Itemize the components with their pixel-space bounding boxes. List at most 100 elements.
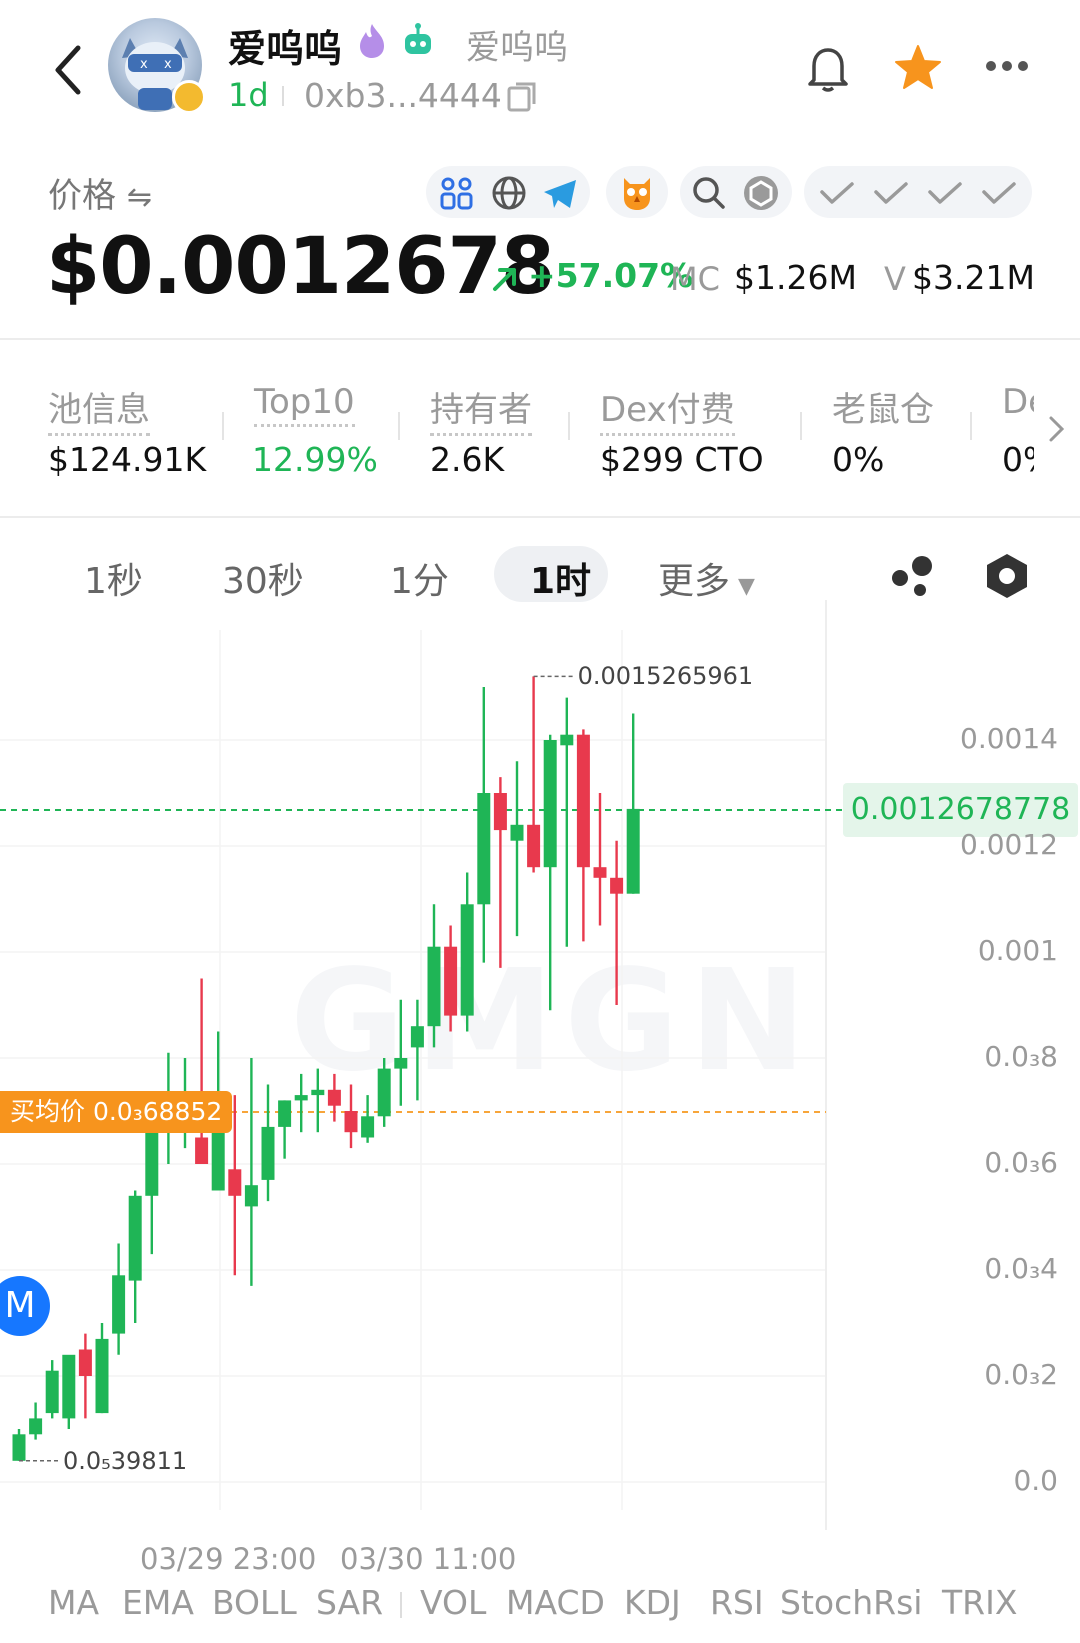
timeframe-1m[interactable]: 1分 xyxy=(390,552,449,604)
y-axis-label: 0.0₃6 xyxy=(984,1146,1058,1179)
candle-body xyxy=(261,1126,275,1180)
candle-body xyxy=(394,1058,408,1069)
candle-body xyxy=(427,946,441,1027)
divider xyxy=(568,412,570,440)
divider xyxy=(970,412,972,440)
telegram-icon[interactable] xyxy=(540,174,580,212)
chevron-right-icon[interactable] xyxy=(1044,414,1068,444)
candle-body xyxy=(493,793,507,831)
token-alias: 爱呜呜 xyxy=(466,28,568,68)
divider xyxy=(282,86,284,106)
settings-hexagon-icon[interactable] xyxy=(984,552,1030,600)
token-name: 爱呜呜 xyxy=(228,27,343,71)
stat-insiders-label[interactable]: 老鼠仓 xyxy=(832,382,934,433)
stat-pool-info-label[interactable]: 池信息 xyxy=(48,382,150,436)
drawing-tools-icon[interactable] xyxy=(888,552,936,598)
y-axis-label: 0.0014 xyxy=(960,722,1058,755)
stat-dev-label[interactable]: De xyxy=(1002,382,1034,424)
candle-body xyxy=(78,1349,92,1376)
candle-body xyxy=(45,1370,59,1414)
candle-body xyxy=(112,1275,126,1334)
candle-body xyxy=(361,1116,375,1138)
stat-dev-value: 0% xyxy=(1002,440,1034,479)
indicator-kdj[interactable]: KDJ xyxy=(624,1583,681,1622)
avg-buy-price-tag: 买均价 0.0₃68852 xyxy=(0,1091,233,1133)
market-cap-label: MC xyxy=(670,260,720,298)
stat-dev-clip: De 0% xyxy=(1000,374,1034,494)
back-button[interactable] xyxy=(44,40,94,100)
stat-dex-paid-label[interactable]: Dex付费 xyxy=(600,382,735,436)
token-avatar[interactable]: xx xyxy=(108,18,206,114)
y-axis-label: 0.0 xyxy=(1013,1464,1058,1497)
indicator-rsi[interactable]: RSI xyxy=(710,1583,764,1622)
candle-body xyxy=(593,867,607,878)
price-change: +57.07% xyxy=(528,256,694,295)
stat-pool-info-value: $124.91K xyxy=(48,440,207,479)
indicator-ema[interactable]: EMA xyxy=(122,1583,194,1622)
stat-top10-label[interactable]: Top10 xyxy=(254,382,355,427)
candle-body xyxy=(460,904,474,1016)
candle-body xyxy=(576,734,590,868)
candle-body xyxy=(327,1089,341,1106)
divider xyxy=(398,412,400,440)
volume-label: V xyxy=(884,260,906,298)
indicator-sar[interactable]: SAR xyxy=(316,1583,383,1622)
candle-body xyxy=(12,1434,26,1461)
x-axis-label: 03/29 23:00 xyxy=(140,1542,317,1576)
apps-icon[interactable] xyxy=(438,174,476,212)
candle-body xyxy=(444,946,458,1016)
candlestick-chart[interactable] xyxy=(0,600,1080,1530)
candle-body xyxy=(410,1026,424,1048)
bell-icon[interactable] xyxy=(804,42,852,94)
volume-value: $3.21M xyxy=(912,258,1035,297)
indicator-boll[interactable]: BOLL xyxy=(212,1583,297,1622)
timeframe-30s[interactable]: 30秒 xyxy=(222,552,304,604)
low-price-label: 0.0₅39811 xyxy=(63,1446,188,1475)
stat-dex-paid-value: $299 CTO xyxy=(600,440,764,479)
svg-text:x: x xyxy=(140,57,148,72)
candle-body xyxy=(228,1169,242,1196)
candle-body xyxy=(377,1068,391,1117)
check-icons xyxy=(820,182,1016,204)
copy-icon[interactable] xyxy=(506,80,538,114)
owl-icon[interactable] xyxy=(616,172,658,214)
candle-body xyxy=(29,1418,43,1435)
candle-body xyxy=(510,824,524,841)
stat-holders-label[interactable]: 持有者 xyxy=(430,382,532,436)
candle-body xyxy=(543,740,557,868)
price-label: 价格 ⇋ xyxy=(48,176,152,216)
divider xyxy=(0,516,1080,518)
indicator-vol[interactable]: VOL xyxy=(420,1583,486,1622)
more-icon[interactable] xyxy=(984,56,1030,76)
candle-body xyxy=(626,808,640,894)
divider xyxy=(222,412,224,440)
y-axis-label: 0.0₃4 xyxy=(984,1252,1058,1285)
candle-body xyxy=(560,734,574,746)
globe-icon[interactable] xyxy=(490,174,528,212)
indicator-ma[interactable]: MA xyxy=(48,1583,99,1622)
contract-address[interactable]: 0xb3...4444 xyxy=(304,76,502,115)
candle-body xyxy=(294,1095,308,1101)
search-icon[interactable] xyxy=(690,174,728,212)
x-axis-label: 03/30 11:00 xyxy=(340,1542,517,1576)
indicator-trix[interactable]: TRIX xyxy=(942,1583,1017,1622)
high-price-label: 0.0015265961 xyxy=(577,662,754,691)
indicator-macd[interactable]: MACD xyxy=(506,1583,605,1622)
candle-body xyxy=(195,1137,209,1164)
y-axis-label: 0.0₃2 xyxy=(984,1358,1058,1391)
bscscan-icon[interactable] xyxy=(742,174,780,212)
y-axis-label: 0.001 xyxy=(977,934,1058,967)
flame-icon xyxy=(360,24,384,58)
timeframe-1s[interactable]: 1秒 xyxy=(84,552,143,604)
candle-body xyxy=(477,793,491,905)
divider xyxy=(400,1592,402,1618)
y-axis-label: 0.0₃8 xyxy=(984,1040,1058,1073)
current-price: $0.0012678 xyxy=(46,222,555,312)
timeframe-1h[interactable]: 1时 xyxy=(530,552,591,604)
svg-text:x: x xyxy=(164,57,172,72)
timeframe-more[interactable]: 更多 ▼ xyxy=(658,552,755,604)
candle-body xyxy=(527,824,541,868)
star-icon[interactable] xyxy=(892,42,944,94)
indicator-stochrsi[interactable]: StochRsi xyxy=(780,1583,922,1622)
token-age: 1d xyxy=(228,76,269,114)
